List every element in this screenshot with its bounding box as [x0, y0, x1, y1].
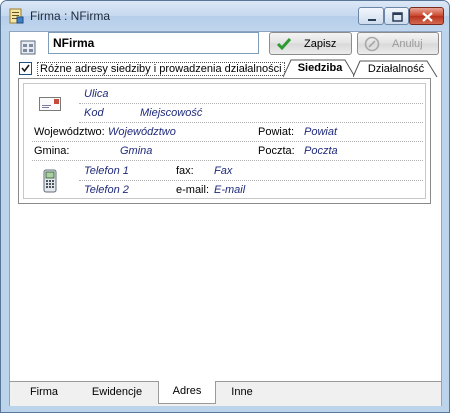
commune-label: Gmina: — [34, 145, 70, 157]
cancel-button[interactable]: Anuluj — [357, 32, 439, 55]
voivodeship-field[interactable]: Województwo — [108, 126, 176, 138]
checkmark-icon — [21, 64, 30, 73]
fax-field[interactable]: Fax — [214, 165, 232, 177]
district-label: Powiat: — [258, 126, 295, 138]
city-field[interactable]: Miejscowość — [140, 107, 202, 119]
commune-divider — [32, 160, 423, 161]
post-office-label: Poczta: — [258, 145, 295, 157]
tab-dzialalnosc-label: Działalność — [367, 63, 425, 75]
phone-divider — [79, 180, 423, 181]
tab-adres[interactable]: Adres — [158, 381, 216, 404]
form-client-area: Zapisz Anuluj Różne adresy siedziby i pr… — [9, 31, 442, 406]
cancel-circle-icon — [364, 36, 380, 52]
close-button[interactable] — [409, 7, 444, 25]
phone2-field[interactable]: Telefon 2 — [84, 184, 129, 196]
tab-ewidencje[interactable]: Ewidencje — [76, 382, 158, 404]
voivodeship-label: Województwo: — [34, 126, 105, 138]
street-field[interactable]: Ulica — [84, 88, 108, 100]
post-office-field[interactable]: Poczta — [304, 145, 338, 157]
save-button-label: Zapisz — [304, 38, 337, 50]
close-icon — [422, 12, 433, 22]
phone1-field[interactable]: Telefon 1 — [84, 165, 129, 177]
document-grid-icon — [20, 40, 36, 55]
email-field[interactable]: E-mail — [214, 184, 245, 196]
save-button[interactable]: Zapisz — [269, 32, 352, 55]
different-addresses-label[interactable]: Różne adresy siedziby i prowadzenia dzia… — [37, 62, 285, 76]
different-addresses-checkbox[interactable] — [19, 62, 32, 75]
commune-field[interactable]: Gmina — [120, 145, 152, 157]
window: Firma : NFirma Zapisz — [0, 0, 450, 413]
email-label: e-mail: — [176, 184, 210, 196]
maximize-button[interactable] — [384, 7, 409, 25]
phone-icon — [43, 169, 57, 193]
fax-label: fax: — [176, 165, 194, 177]
maximize-icon — [392, 12, 403, 22]
title-bar[interactable]: Firma : NFirma — [1, 1, 449, 31]
region-divider — [32, 141, 423, 142]
tab-siedziba-label: Siedziba — [297, 62, 343, 74]
checkmark-icon — [276, 38, 292, 51]
tab-firma[interactable]: Firma — [14, 382, 74, 404]
tab-siedziba[interactable]: Siedziba — [283, 59, 357, 78]
tab-dzialalnosc[interactable]: Działalność — [353, 60, 439, 78]
address-panel: Ulica Kod Miejscowość Województwo: Wojew… — [18, 78, 431, 204]
window-title: Firma : NFirma — [30, 9, 110, 23]
minimize-icon — [368, 19, 376, 21]
postal-code-field[interactable]: Kod — [84, 107, 104, 119]
address-panel-inner: Ulica Kod Miejscowość Województwo: Wojew… — [23, 83, 426, 199]
envelope-icon — [39, 97, 61, 111]
minimize-button[interactable] — [358, 7, 384, 25]
city-divider — [79, 122, 423, 123]
bottom-tab-bar: Firma Ewidencje Adres Inne — [10, 381, 441, 406]
cancel-button-label: Anuluj — [392, 38, 423, 50]
district-field[interactable]: Powiat — [304, 126, 337, 138]
form-app-icon — [9, 8, 24, 24]
tab-inne[interactable]: Inne — [216, 382, 268, 404]
street-divider — [79, 103, 423, 104]
company-name-input[interactable] — [48, 32, 259, 54]
